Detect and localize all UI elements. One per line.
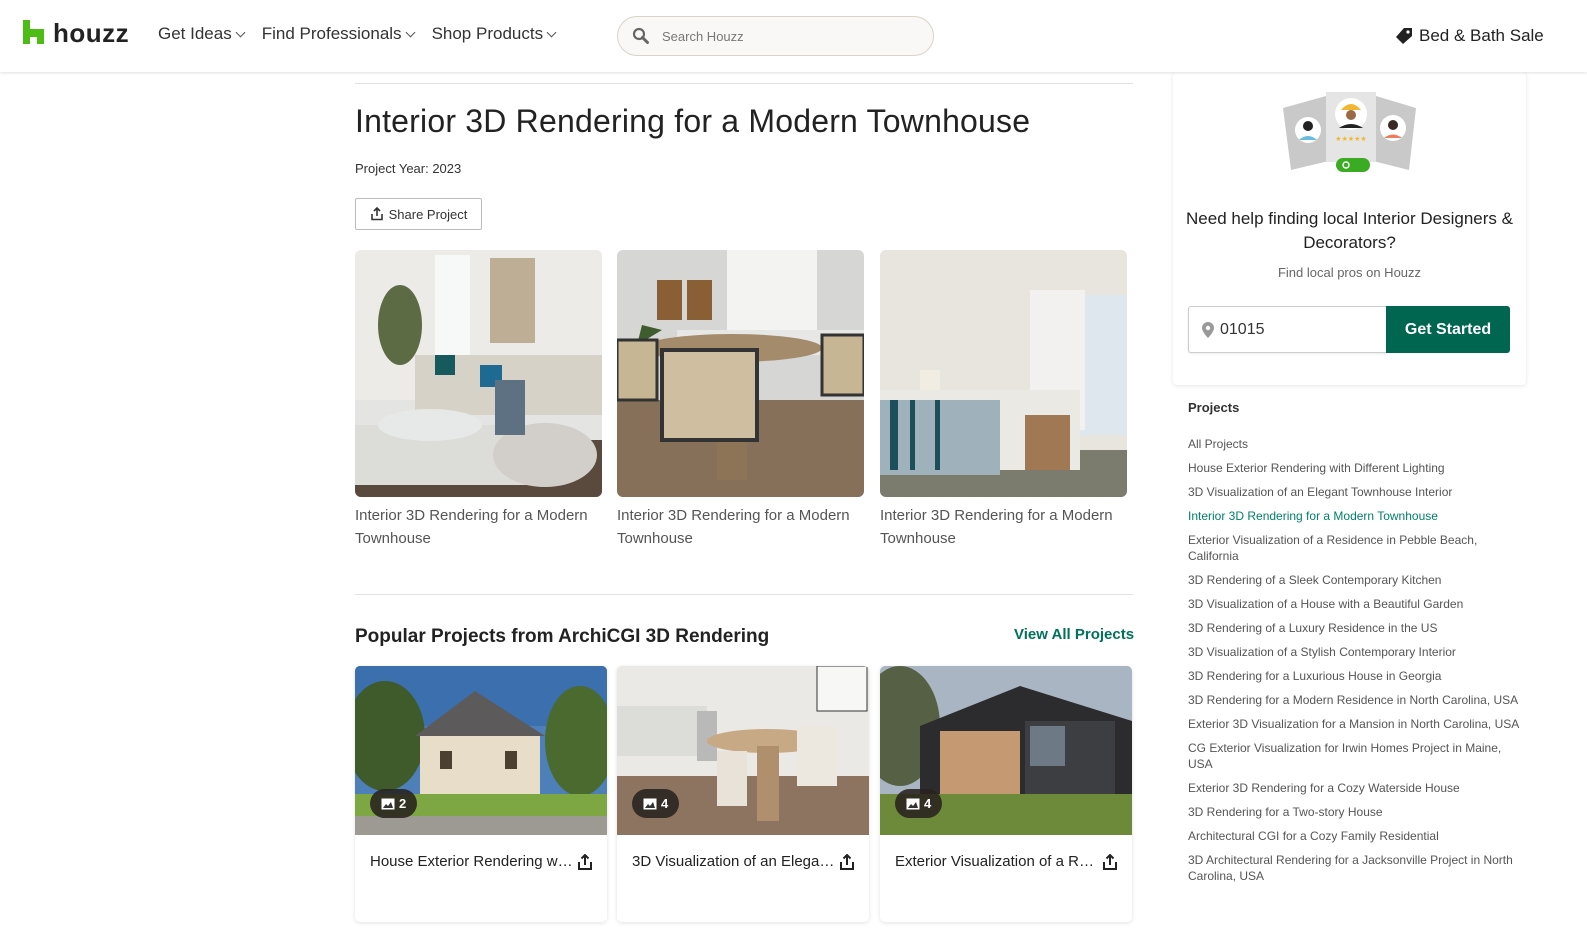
share-icon[interactable]: [839, 854, 855, 871]
nav-get-ideas[interactable]: Get Ideas: [158, 24, 246, 44]
photo-count-badge: 4: [895, 789, 943, 818]
nav-find-professionals[interactable]: Find Professionals: [261, 24, 416, 44]
project-card[interactable]: 4 Exterior Visualization of a Residence …: [880, 666, 1132, 922]
photo-caption: Interior 3D Rendering for a Modern Townh…: [880, 507, 1113, 547]
photo-caption: Interior 3D Rendering for a Modern Townh…: [355, 507, 588, 547]
project-list-item[interactable]: Exterior 3D Visualization for a Mansion …: [1188, 716, 1523, 732]
project-list-item[interactable]: Exterior 3D Rendering for a Cozy Watersi…: [1188, 780, 1523, 796]
logo-text: houzz: [53, 18, 130, 48]
tag-icon: [1396, 28, 1412, 44]
project-list-item[interactable]: 3D Rendering of a Sleek Contemporary Kit…: [1188, 572, 1523, 588]
popular-projects-heading: Popular Projects from ArchiCGI 3D Render…: [355, 626, 770, 647]
project-list-item[interactable]: 3D Rendering for a Modern Residence in N…: [1188, 692, 1523, 708]
main-nav: Get Ideas Find Professionals Shop Produc…: [158, 24, 557, 44]
nav-label: Shop Products: [431, 24, 544, 43]
get-started-button[interactable]: Get Started: [1386, 306, 1510, 353]
card-title: Exterior Visualization of a Residence in…: [895, 853, 1100, 870]
sale-label: Bed & Bath Sale: [1419, 26, 1544, 45]
photo-count: 4: [661, 796, 669, 811]
chevron-down-icon: [546, 27, 557, 37]
project-photo[interactable]: [355, 250, 602, 497]
living-room-photo: [355, 250, 602, 497]
professionals-illustration-icon: ★★★★★: [1283, 92, 1416, 172]
houzz-logo-icon: [23, 20, 44, 44]
find-pros-promo: ★★★★★ Need help finding local Interior D…: [1173, 72, 1526, 385]
search-icon: [632, 27, 649, 44]
share-label: Share Project: [388, 206, 468, 222]
project-list-item[interactable]: 3D Visualization of an Elegant Townhouse…: [1188, 484, 1523, 500]
project-list-item[interactable]: Interior 3D Rendering for a Modern Townh…: [1188, 508, 1523, 524]
share-icon[interactable]: [1102, 854, 1118, 871]
nav-shop-products[interactable]: Shop Products: [431, 24, 557, 44]
promo-subheading: Find local pros on Houzz: [1277, 265, 1422, 280]
photo-caption: Interior 3D Rendering for a Modern Townh…: [617, 507, 850, 547]
project-card[interactable]: 4 3D Visualization of an Elegant Townhou…: [617, 666, 869, 922]
image-icon: [906, 798, 920, 809]
divider: [355, 83, 1133, 84]
share-project-button[interactable]: Share Project: [355, 198, 482, 230]
project-list-item[interactable]: Exterior Visualization of a Residence in…: [1188, 532, 1523, 564]
photo-count: 2: [399, 796, 407, 811]
photo-count-badge: 2: [370, 789, 418, 818]
project-list-item[interactable]: 3D Rendering of a Luxury Residence in th…: [1188, 620, 1523, 636]
project-list-item[interactable]: House Exterior Rendering with Different …: [1188, 460, 1523, 476]
project-card[interactable]: 2 House Exterior Rendering with Differen…: [355, 666, 607, 922]
bedroom-photo: [880, 250, 1127, 497]
search-input[interactable]: [662, 28, 922, 44]
promo-heading: Need help finding local Interior Designe…: [1186, 209, 1513, 252]
share-icon: [370, 207, 383, 221]
card-title: House Exterior Rendering with Different …: [370, 853, 575, 870]
photo-count-badge: 4: [632, 789, 680, 818]
nav-label: Find Professionals: [261, 24, 402, 43]
project-year: Project Year: 2023: [355, 161, 462, 176]
share-icon[interactable]: [577, 854, 593, 871]
image-icon: [381, 798, 395, 809]
project-list-item[interactable]: 3D Rendering for a Two-story House: [1188, 804, 1523, 820]
search-box: [617, 16, 934, 56]
image-icon: [643, 798, 657, 809]
divider: [355, 594, 1133, 595]
houzz-logo[interactable]: houzz: [23, 18, 130, 48]
projects-list: All Projects House Exterior Rendering wit…: [1188, 436, 1523, 892]
dining-room-photo: [617, 250, 864, 497]
page-title: Interior 3D Rendering for a Modern Townh…: [355, 103, 1031, 139]
chevron-down-icon: [235, 27, 246, 37]
bed-bath-sale-link[interactable]: Bed & Bath Sale: [1395, 26, 1544, 46]
nav-label: Get Ideas: [158, 24, 232, 43]
projects-heading: Projects: [1188, 400, 1240, 415]
location-pin-icon: [1202, 321, 1214, 338]
project-list-item[interactable]: 3D Architectural Rendering for a Jackson…: [1188, 852, 1523, 884]
project-list-item[interactable]: Architectural CGI for a Cozy Family Resi…: [1188, 828, 1523, 844]
svg-text:★★★★★: ★★★★★: [1335, 135, 1366, 143]
project-list-item[interactable]: 3D Rendering for a Luxurious House in Ge…: [1188, 668, 1523, 684]
project-list-item[interactable]: 3D Visualization of a Stylish Contempora…: [1188, 644, 1523, 660]
project-photo[interactable]: [617, 250, 864, 497]
project-list-item[interactable]: CG Exterior Visualization for Irwin Home…: [1188, 740, 1523, 772]
view-all-projects-link[interactable]: View All Projects: [1014, 626, 1134, 643]
zip-field: [1188, 306, 1387, 353]
project-photo[interactable]: [880, 250, 1127, 497]
chevron-down-icon: [405, 27, 416, 37]
project-list-item[interactable]: All Projects: [1188, 436, 1523, 452]
card-title: 3D Visualization of an Elegant Townhouse…: [632, 853, 837, 870]
project-list-item[interactable]: 3D Visualization of a House with a Beaut…: [1188, 596, 1523, 612]
top-header: houzz Get Ideas Find Professionals Shop …: [0, 0, 1587, 72]
zip-input[interactable]: [1220, 320, 1370, 339]
photo-count: 4: [924, 796, 932, 811]
